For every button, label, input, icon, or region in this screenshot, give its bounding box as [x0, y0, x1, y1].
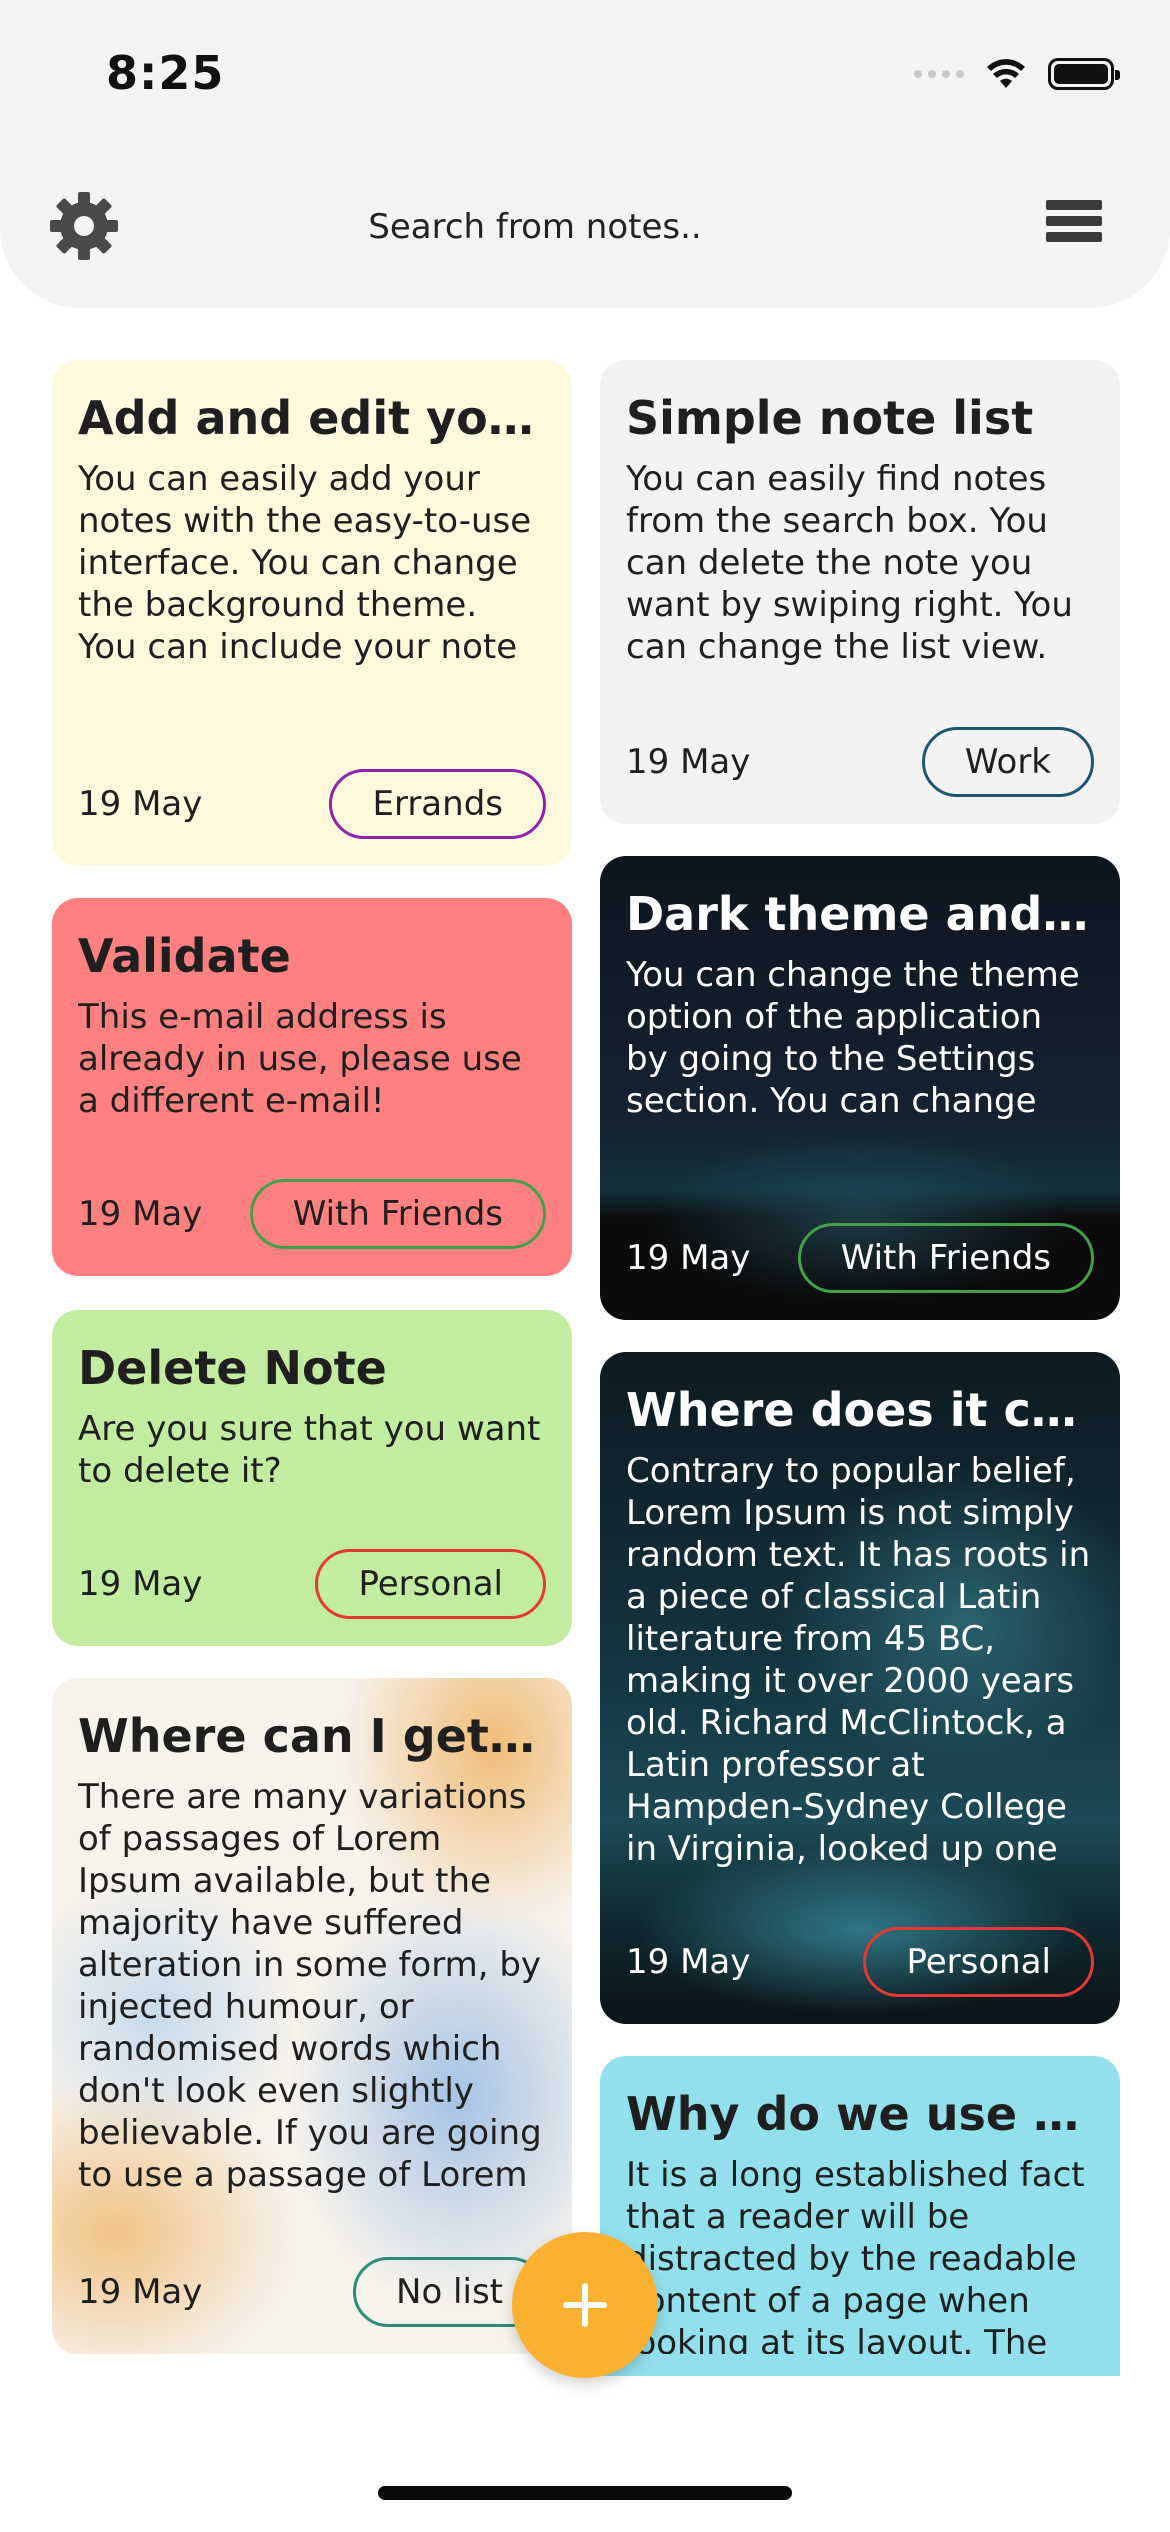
note-footer: 19 May Personal — [78, 1548, 546, 1620]
category-tag[interactable]: Personal — [863, 1927, 1094, 1997]
note-body: You can easily find notes from the searc… — [626, 458, 1073, 667]
note-title: Delete Note — [78, 1341, 387, 1395]
wifi-icon — [987, 59, 1025, 88]
gear-icon[interactable] — [46, 188, 122, 264]
category-tag[interactable]: Errands — [329, 769, 546, 839]
note-date: 19 May — [78, 1564, 203, 1604]
note-footer: 19 May With Friends — [78, 1178, 546, 1250]
note-title: Validate — [78, 929, 291, 983]
signal-icon — [914, 70, 964, 78]
status-time: 8:25 — [106, 46, 225, 100]
note-footer: 19 May Personal — [626, 1926, 1094, 1998]
note-body: You can easily add your notes with the e… — [78, 458, 532, 667]
note-date: 19 May — [78, 1194, 203, 1234]
note-footer: 19 May Work — [626, 726, 1094, 798]
note-card[interactable]: Add and edit your notes You can easily a… — [52, 360, 572, 866]
note-body: There are many variations of passages of… — [78, 1776, 542, 2195]
note-date: 19 May — [626, 1238, 751, 1278]
note-card[interactable]: Validate This e-mail address is already … — [52, 898, 572, 1276]
hamburger-menu-icon[interactable] — [1046, 200, 1102, 250]
note-card[interactable]: Delete Note Are you sure that you want t… — [52, 1310, 572, 1646]
note-date: 19 May — [626, 742, 751, 782]
note-title: Where can I get some? — [78, 1709, 546, 1763]
note-body: Are you sure that you want to delete it? — [78, 1408, 541, 1491]
note-body: It is a long established fact that a rea… — [626, 2154, 1085, 2354]
note-body: This e-mail address is already in use, p… — [78, 996, 522, 1121]
category-tag[interactable]: With Friends — [249, 1179, 546, 1249]
category-tag[interactable]: With Friends — [797, 1223, 1094, 1293]
category-tag[interactable]: Personal — [315, 1549, 546, 1619]
battery-icon — [1048, 58, 1120, 90]
note-title: Why do we use it? — [626, 2087, 1094, 2141]
note-title: Add and edit your notes — [78, 391, 546, 445]
note-card[interactable]: Simple note list You can easily find not… — [600, 360, 1120, 824]
note-card[interactable]: Where can I get some? There are many var… — [52, 1678, 572, 2354]
note-date: 19 May — [78, 2272, 203, 2312]
home-indicator — [378, 2486, 792, 2500]
add-note-button[interactable] — [512, 2232, 658, 2378]
note-title: Dark theme and language — [626, 887, 1094, 941]
category-tag[interactable]: Work — [921, 727, 1094, 797]
note-date: 19 May — [78, 784, 203, 824]
top-header: 8:25 — [0, 0, 1170, 308]
note-title: Simple note list — [626, 391, 1034, 445]
note-footer: 19 May No list — [78, 2256, 546, 2328]
note-footer: 19 May With Friends — [626, 1222, 1094, 1294]
search-input[interactable] — [300, 196, 770, 258]
note-card[interactable]: Why do we use it? It is a long establish… — [600, 2056, 1120, 2376]
status-icons — [914, 54, 1120, 94]
note-footer: 19 May Errands — [78, 768, 546, 840]
note-body: You can change the theme option of the a… — [626, 954, 1080, 1124]
note-body: Contrary to popular belief, Lorem Ipsum … — [626, 1450, 1091, 1869]
note-card[interactable]: Dark theme and language You can change t… — [600, 856, 1120, 1320]
note-card[interactable]: Where does it come from? Contrary to pop… — [600, 1352, 1120, 2024]
note-date: 19 May — [626, 1942, 751, 1982]
note-title: Where does it come from? — [626, 1383, 1094, 1437]
